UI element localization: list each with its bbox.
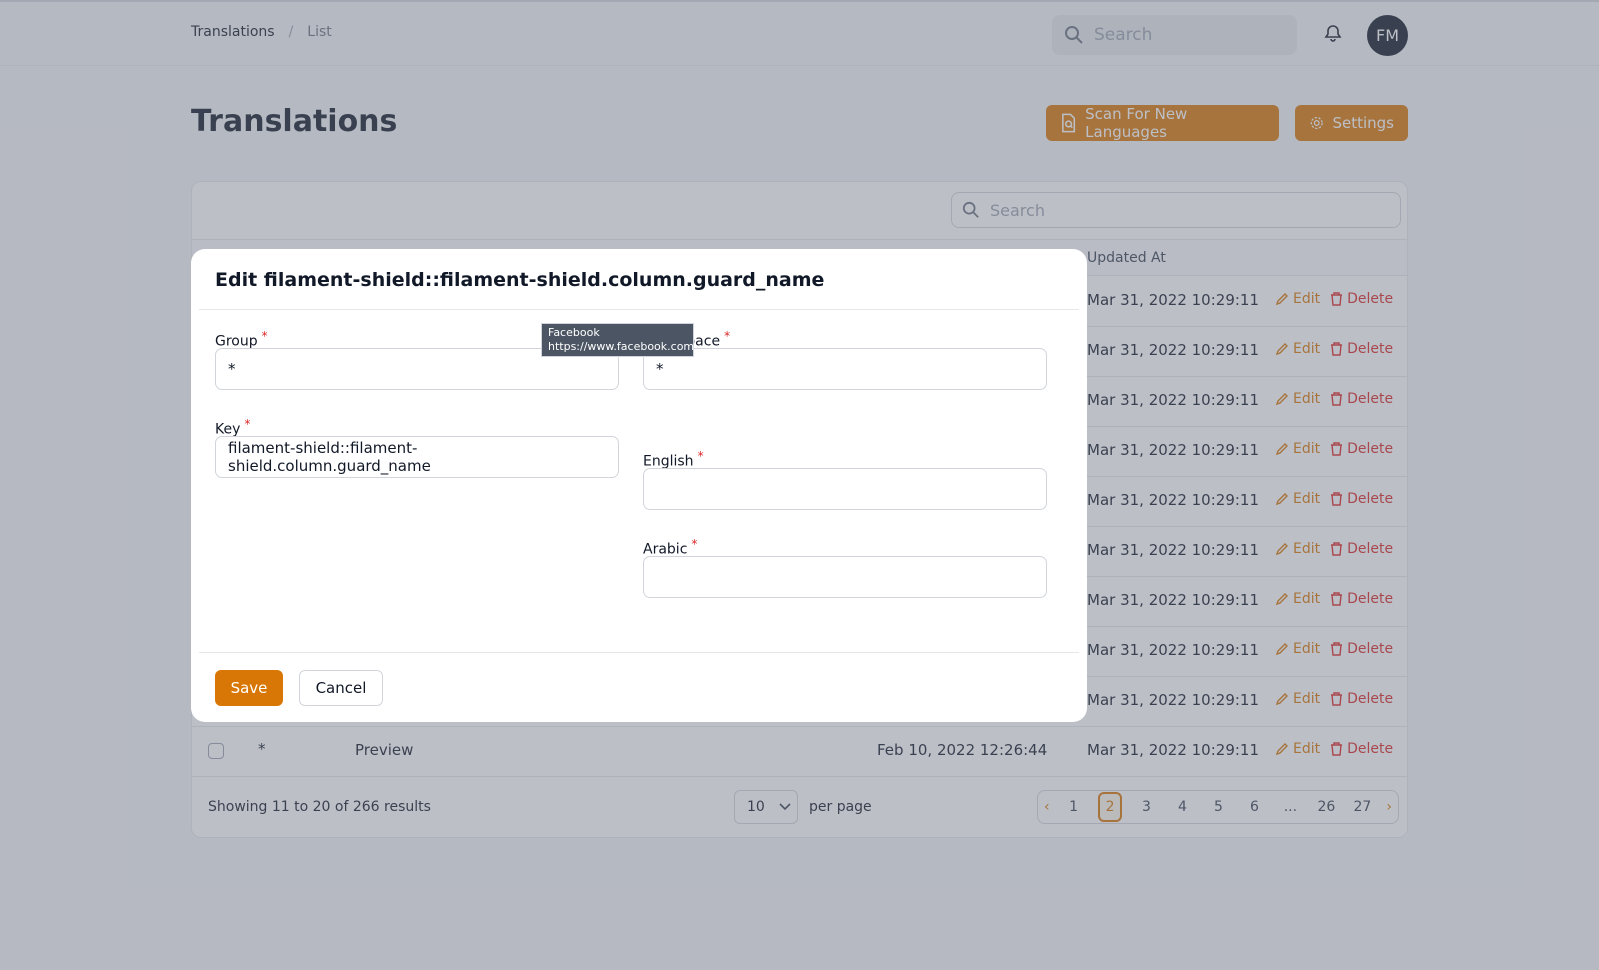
arabic-field[interactable] — [643, 556, 1047, 598]
modal-divider — [199, 309, 1079, 310]
modal-footer-divider — [199, 652, 1079, 653]
group-label: Group * — [215, 329, 268, 350]
cancel-button[interactable]: Cancel — [299, 670, 383, 706]
page: Translations / List Search FM Translatio… — [0, 0, 1599, 970]
link-tooltip: Facebook https://www.facebook.com — [541, 323, 694, 357]
tooltip-title: Facebook — [548, 326, 600, 339]
edit-translation-modal: Edit filament-shield::filament-shield.co… — [191, 249, 1087, 722]
key-label: Key * — [215, 417, 251, 438]
tooltip-url: https://www.facebook.com — [548, 340, 695, 353]
key-field[interactable]: filament-shield::filament-shield.column.… — [215, 436, 619, 478]
namespace-field[interactable]: * — [643, 348, 1047, 390]
modal-title: Edit filament-shield::filament-shield.co… — [215, 269, 825, 291]
english-field[interactable] — [643, 468, 1047, 510]
english-label: English * — [643, 449, 704, 470]
arabic-label: Arabic * — [643, 537, 698, 558]
save-button[interactable]: Save — [215, 670, 283, 706]
